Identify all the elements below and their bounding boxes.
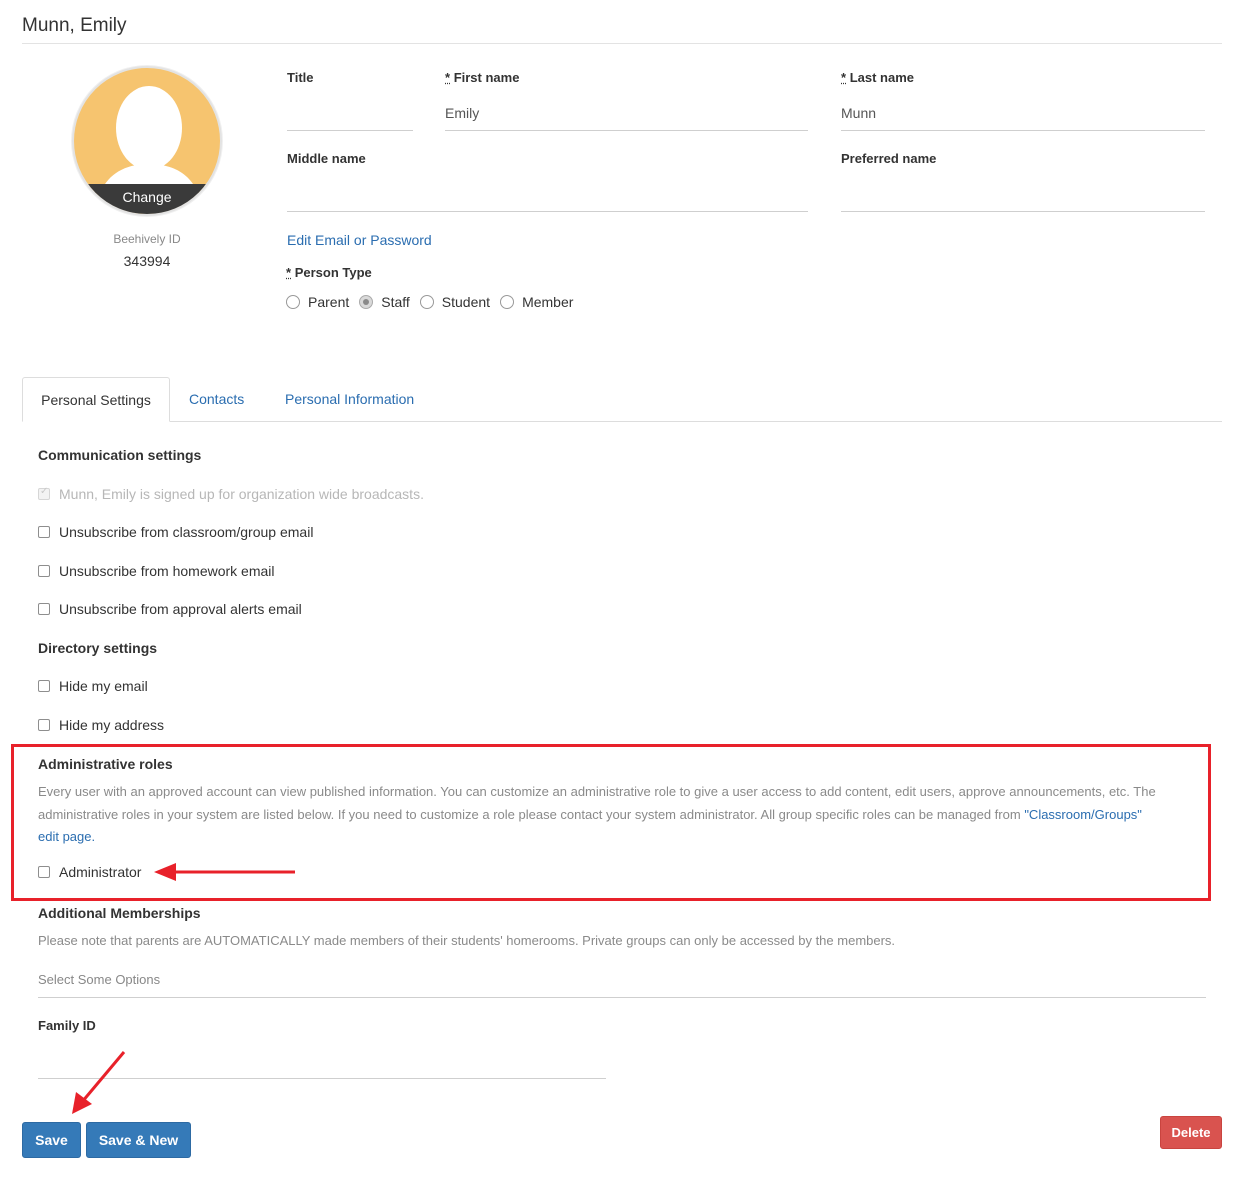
person-type-radio-group: Parent Staff Student Member: [286, 294, 583, 310]
title-label: Title: [287, 70, 314, 85]
tab-personal-settings[interactable]: Personal Settings: [22, 377, 170, 422]
classroom-groups-link[interactable]: "Classroom/Groups": [1024, 807, 1142, 822]
page-title: Munn, Emily: [22, 15, 127, 36]
preferred-name-label: Preferred name: [841, 151, 937, 166]
preferred-name-underline: [841, 211, 1205, 212]
checkbox[interactable]: [38, 866, 50, 878]
first-name-input[interactable]: Emily: [445, 105, 808, 125]
radio-button-checked[interactable]: [359, 295, 374, 309]
edit-page-link[interactable]: edit page.: [38, 829, 95, 844]
memberships-note: Please note that parents are AUTOMATICAL…: [38, 933, 896, 948]
annotation-arrow-diagonal-icon: [72, 1051, 126, 1114]
save-button[interactable]: Save: [22, 1122, 81, 1158]
required-mark: *: [286, 265, 292, 280]
title-input[interactable]: [287, 105, 413, 125]
family-id-label: Family ID: [38, 1018, 96, 1033]
avatar[interactable]: Change: [72, 66, 222, 216]
checkbox[interactable]: [38, 719, 50, 731]
delete-button[interactable]: Delete: [1160, 1116, 1222, 1149]
required-mark: *: [445, 70, 451, 85]
checkbox[interactable]: [38, 526, 50, 538]
edit-email-password-link[interactable]: Edit Email or Password: [287, 232, 432, 248]
required-mark: *: [841, 70, 847, 85]
preferred-name-input[interactable]: [841, 186, 1205, 206]
unsubscribe-homework-email[interactable]: Unsubscribe from homework email: [38, 563, 275, 579]
checkbox[interactable]: [38, 603, 50, 615]
save-and-new-button[interactable]: Save & New: [86, 1122, 191, 1158]
title-divider: [22, 43, 1222, 44]
unsubscribe-classroom-email[interactable]: Unsubscribe from classroom/group email: [38, 524, 313, 540]
last-name-underline: [841, 130, 1205, 131]
person-type-student[interactable]: Student: [419, 294, 490, 310]
person-type-parent[interactable]: Parent: [286, 294, 349, 310]
first-name-underline: [445, 130, 808, 131]
administrator-role[interactable]: Administrator: [38, 864, 141, 880]
middle-name-label: Middle name: [287, 151, 366, 166]
person-type-label: * Person Type: [286, 265, 372, 280]
memberships-select-underline: [38, 997, 1206, 998]
hide-my-address[interactable]: Hide my address: [38, 717, 164, 733]
radio-button[interactable]: [286, 295, 300, 309]
radio-button[interactable]: [419, 295, 434, 309]
radio-button[interactable]: [500, 295, 515, 309]
person-type-member[interactable]: Member: [500, 294, 573, 310]
checkbox[interactable]: [38, 680, 50, 692]
broadcast-signup-row: Munn, Emily is signed up for organizatio…: [38, 486, 424, 502]
tab-personal-information[interactable]: Personal Information: [285, 377, 414, 422]
hide-my-email[interactable]: Hide my email: [38, 678, 148, 694]
first-name-label: * First name: [445, 70, 520, 85]
administrative-roles-heading: Administrative roles: [38, 756, 173, 772]
directory-settings-heading: Directory settings: [38, 640, 158, 656]
additional-memberships-heading: Additional Memberships: [38, 905, 201, 921]
checkbox[interactable]: [38, 565, 50, 577]
title-underline: [287, 130, 413, 131]
change-photo-button[interactable]: Change: [74, 184, 220, 214]
memberships-select[interactable]: Select Some Options: [38, 972, 160, 987]
middle-name-input[interactable]: [287, 186, 808, 206]
unsubscribe-approval-alerts-email[interactable]: Unsubscribe from approval alerts email: [38, 601, 302, 617]
last-name-input[interactable]: Munn: [841, 105, 1205, 125]
annotation-arrow-left-icon: [154, 863, 295, 881]
last-name-label: * Last name: [841, 70, 914, 85]
administrative-roles-help: Every user with an approved account can …: [38, 784, 1156, 844]
beehively-id-label: Beehively ID: [113, 232, 181, 246]
beehively-id-value: 343994: [123, 253, 171, 269]
checkbox-disabled: [38, 486, 50, 500]
communication-settings-heading: Communication settings: [38, 447, 202, 463]
person-type-staff[interactable]: Staff: [359, 294, 410, 310]
tab-contacts[interactable]: Contacts: [189, 377, 244, 422]
middle-name-underline: [287, 211, 808, 212]
